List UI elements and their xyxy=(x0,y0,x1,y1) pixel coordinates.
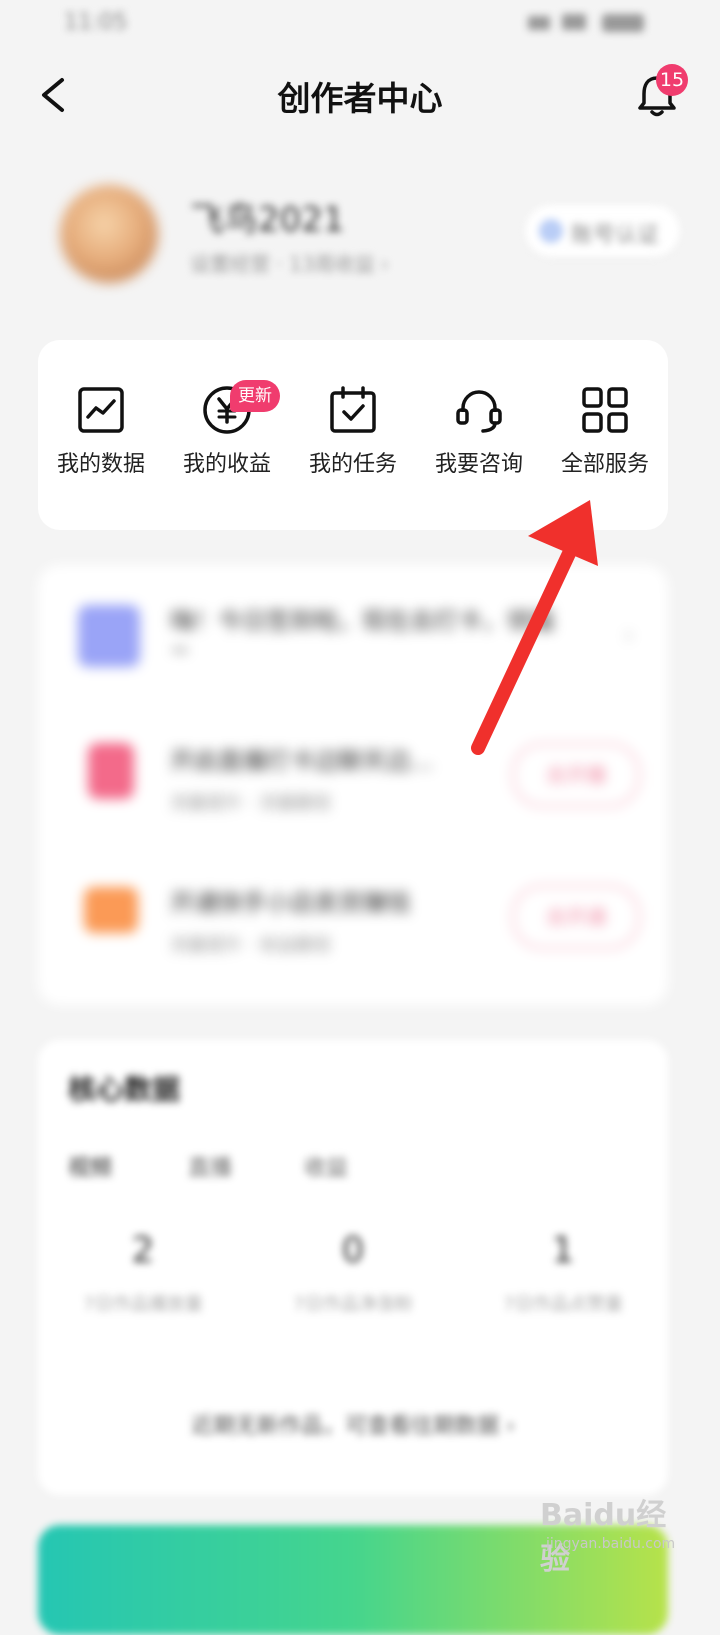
core-data-title: 核心数据 xyxy=(68,1073,181,1106)
service-label: 我的数据 xyxy=(56,452,145,477)
status-icons xyxy=(528,14,644,32)
tab-live[interactable]: 直播 xyxy=(188,1150,232,1182)
service-consult[interactable]: 我要咨询 xyxy=(416,384,542,478)
tab-video[interactable]: 视频 xyxy=(68,1150,112,1182)
page-title: 创作者中心 xyxy=(277,79,443,118)
annotation-arrow-icon xyxy=(471,500,598,755)
stat-value: 0 xyxy=(341,1230,365,1271)
live-icon xyxy=(88,743,134,799)
service-label: 全部服务 xyxy=(560,452,649,477)
service-label: 我要咨询 xyxy=(434,452,523,477)
watermark-logo: Baidu经验 xyxy=(540,1498,667,1577)
live-tv-icon xyxy=(78,605,140,667)
history-data-link[interactable]: 近期无新作品，可查看往期数据 › xyxy=(38,1408,668,1440)
status-time: 11:05 xyxy=(64,10,128,35)
stat-label: 7日作品净涨粉 xyxy=(293,1294,413,1315)
avatar[interactable] xyxy=(60,185,158,283)
stat-value: 2 xyxy=(131,1230,155,1271)
user-subtitle[interactable]: 设置经营 · 13周收益 › xyxy=(190,248,389,277)
username: 飞鸟2021 xyxy=(190,200,345,240)
stat-label: 7日作品点赞量 xyxy=(503,1294,623,1315)
service-label: 我的任务 xyxy=(308,452,397,477)
watermark: Baidu经验 jingyan.baidu.com xyxy=(540,1490,680,1577)
verify-button[interactable]: 账号认证 xyxy=(525,205,680,257)
verify-icon xyxy=(539,219,563,243)
tab-earnings[interactable]: 收益 xyxy=(304,1150,348,1182)
update-badge: 更新 xyxy=(230,380,280,412)
service-my-tasks[interactable]: 我的任务 xyxy=(290,384,416,478)
open-shop-button[interactable]: 去开通 xyxy=(512,885,640,949)
data-chart-icon xyxy=(78,387,124,433)
grid-icon xyxy=(582,387,628,433)
calendar-check-icon xyxy=(330,386,376,433)
promo-item-sub: 流量提升 · 收益翻倍 xyxy=(170,935,332,956)
verify-label: 账号认证 xyxy=(571,223,660,248)
shop-cart-icon xyxy=(84,887,138,933)
promo-item-title: 开通快手小店卖货赚钱 xyxy=(170,889,410,917)
core-data-card: 核心数据 视频 直播 收益 2 7日作品播放量 0 7日作品净涨粉 1 7日作品… xyxy=(38,1040,668,1495)
service-all[interactable]: 全部服务 xyxy=(542,384,668,478)
service-my-data[interactable]: 我的数据 xyxy=(38,384,164,478)
stat-value: 1 xyxy=(551,1230,575,1271)
service-label: 我的收益 xyxy=(182,452,271,477)
notification-badge: 15 xyxy=(656,64,688,96)
watermark-url: jingyan.baidu.com xyxy=(546,1536,676,1552)
headset-icon xyxy=(456,390,502,433)
stat-label: 7日作品播放量 xyxy=(83,1294,203,1315)
promo-item-sub: 流量提升 · 流量翻倍 xyxy=(170,793,332,814)
